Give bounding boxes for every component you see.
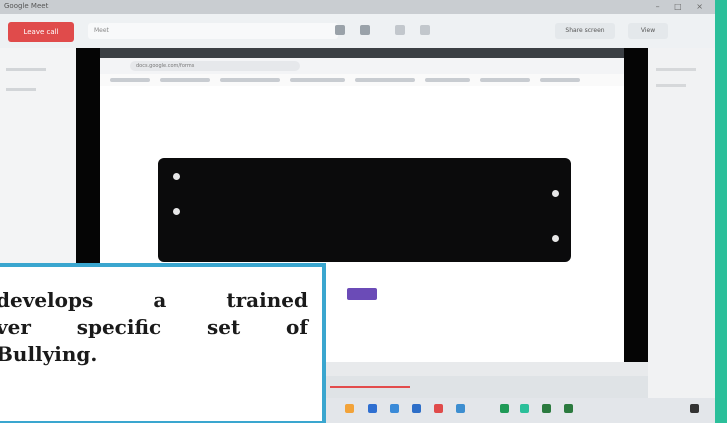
player-strip bbox=[322, 362, 648, 376]
caption-line-1: develops a trained bbox=[0, 287, 308, 314]
app-icon[interactable] bbox=[434, 404, 443, 413]
leave-call-button[interactable]: Leave call bbox=[8, 22, 74, 42]
left-panel-item[interactable] bbox=[6, 88, 36, 91]
more-icon[interactable] bbox=[420, 25, 430, 35]
caption-word: a bbox=[153, 288, 167, 312]
bookmark-item[interactable] bbox=[480, 78, 530, 82]
inner-tab-strip[interactable] bbox=[100, 48, 624, 58]
hand-icon[interactable] bbox=[395, 25, 405, 35]
bookmark-item[interactable] bbox=[290, 78, 345, 82]
folder-icon[interactable] bbox=[345, 404, 354, 413]
inner-url-field[interactable]: docs.google.com/forms bbox=[130, 61, 300, 71]
right-panel-item[interactable] bbox=[656, 84, 686, 87]
app-icon[interactable] bbox=[564, 404, 573, 413]
app-icon[interactable] bbox=[412, 404, 421, 413]
radio-option-1[interactable] bbox=[173, 173, 180, 180]
bookmark-item[interactable] bbox=[540, 78, 580, 82]
caption-word: ver bbox=[0, 315, 31, 339]
share-screen-button[interactable]: Share screen bbox=[555, 23, 615, 39]
mic-icon[interactable] bbox=[335, 25, 345, 35]
bookmark-item[interactable] bbox=[425, 78, 470, 82]
bookmark-item[interactable] bbox=[355, 78, 415, 82]
right-panel bbox=[648, 48, 715, 423]
caption-word: of bbox=[286, 315, 308, 339]
submit-button[interactable] bbox=[347, 288, 377, 300]
window-controls[interactable]: – □ × bbox=[656, 2, 709, 11]
notification-icon[interactable] bbox=[690, 404, 699, 413]
playback-progress[interactable] bbox=[330, 386, 410, 388]
radio-option-4[interactable] bbox=[552, 235, 559, 242]
caption-word: trained bbox=[226, 288, 308, 312]
bookmark-item[interactable] bbox=[160, 78, 210, 82]
view-button[interactable]: View bbox=[628, 23, 668, 39]
caption-line-3: Bullying. bbox=[0, 342, 98, 366]
meeting-field[interactable]: Meet bbox=[88, 23, 338, 39]
bookmark-item[interactable] bbox=[110, 78, 150, 82]
caption-word: develops bbox=[0, 288, 94, 312]
app-icon[interactable] bbox=[456, 404, 465, 413]
dialog-card bbox=[158, 158, 571, 262]
caption-word: set bbox=[206, 315, 241, 339]
app-icon[interactable] bbox=[520, 404, 529, 413]
window-title: Google Meet bbox=[4, 2, 49, 10]
app-icon[interactable] bbox=[500, 404, 509, 413]
right-panel-item[interactable] bbox=[656, 68, 696, 71]
taskbar bbox=[322, 398, 715, 423]
caption-overlay: develops a trained ver specific set of B… bbox=[0, 263, 326, 423]
radio-option-2[interactable] bbox=[173, 208, 180, 215]
app-icon[interactable] bbox=[368, 404, 377, 413]
radio-option-3[interactable] bbox=[552, 190, 559, 197]
camera-icon[interactable] bbox=[360, 25, 370, 35]
caption-word: specific bbox=[76, 315, 162, 339]
left-panel-item[interactable] bbox=[6, 68, 46, 71]
caption-line-2: ver specific set of bbox=[0, 314, 308, 341]
app-icon[interactable] bbox=[390, 404, 399, 413]
app-icon[interactable] bbox=[542, 404, 551, 413]
window-titlebar: Google Meet – □ × bbox=[0, 0, 715, 14]
bookmark-item[interactable] bbox=[220, 78, 280, 82]
